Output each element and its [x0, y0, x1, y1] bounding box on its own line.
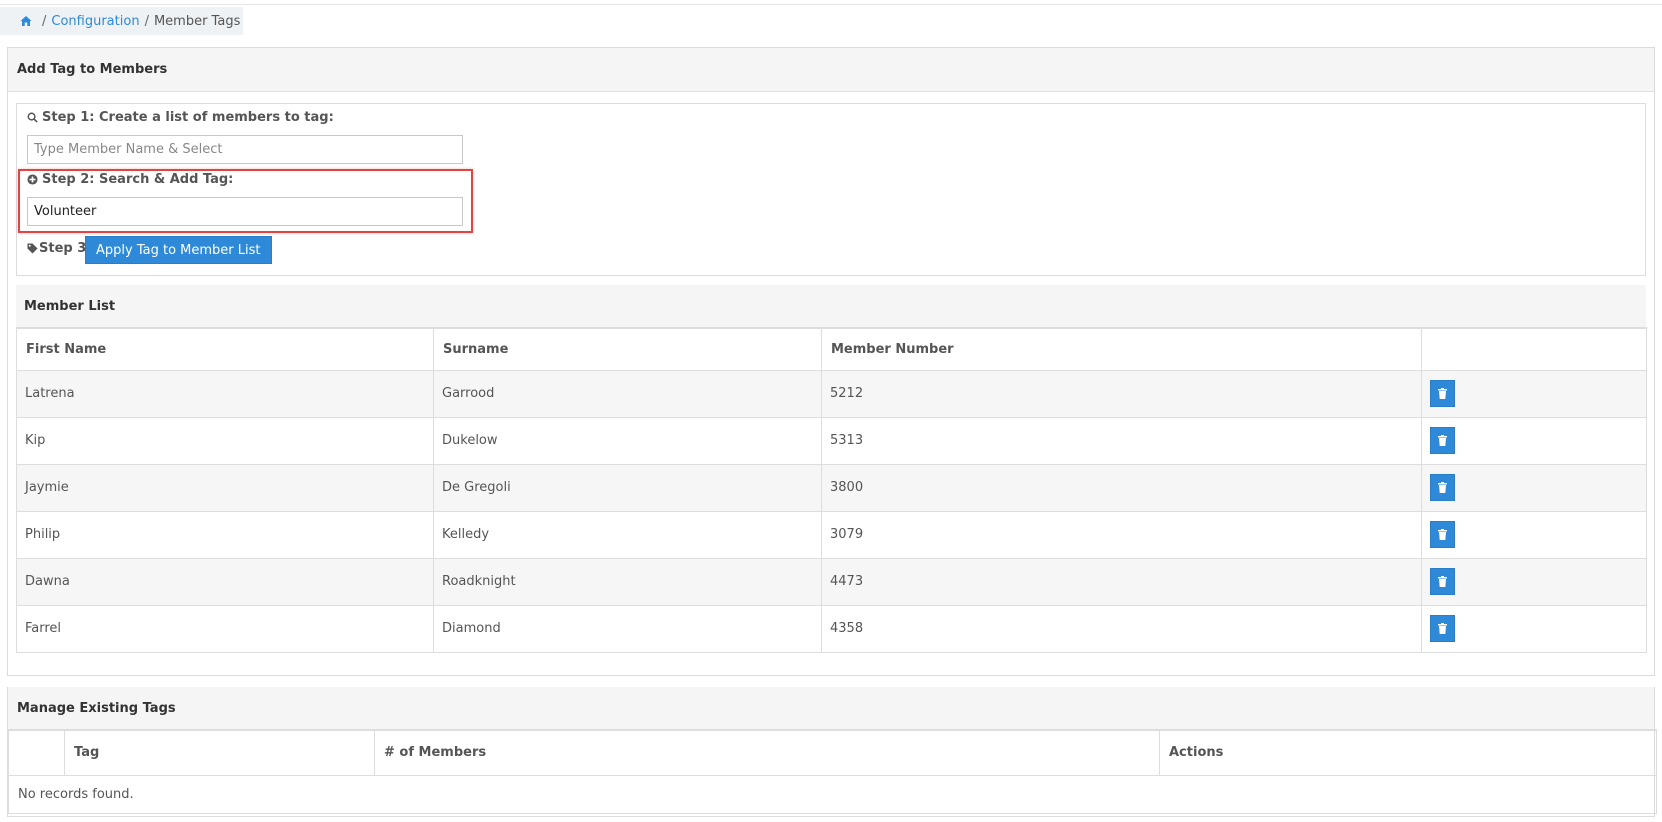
surname-cell: Diamond	[433, 604, 822, 653]
actions-cell	[1421, 369, 1647, 418]
top-divider	[0, 0, 1662, 5]
table-row: Farrel Diamond 4358	[16, 604, 1647, 653]
member-list-title: Member List	[16, 285, 1646, 327]
member-number-cell: 3800	[821, 463, 1422, 512]
table-row: Kip Dukelow 5313	[16, 416, 1647, 465]
surname-cell: Roadknight	[433, 557, 822, 606]
trash-icon	[1438, 388, 1447, 399]
tag-search-input[interactable]	[27, 197, 463, 226]
delete-button[interactable]	[1430, 380, 1455, 407]
column-header-surname[interactable]: Surname	[433, 327, 822, 371]
column-header-actions: Actions	[1159, 729, 1657, 776]
member-search-input[interactable]	[27, 135, 463, 164]
breadcrumb-current: Member Tags	[153, 13, 241, 29]
actions-cell	[1421, 510, 1647, 559]
surname-cell: Garrood	[433, 369, 822, 418]
steps-box: Step 1: Create a list of members to tag:…	[16, 103, 1646, 276]
member-number-cell: 5212	[821, 369, 1422, 418]
step1-label-text: Step 1: Create a list of members to tag:	[42, 110, 334, 125]
member-number-cell: 3079	[821, 510, 1422, 559]
surname-cell: De Gregoli	[433, 463, 822, 512]
table-row: Philip Kelledy 3079	[16, 510, 1647, 559]
table-row: Dawna Roadknight 4473	[16, 557, 1647, 606]
member-list-section: Member List First Name Surname Member Nu…	[16, 285, 1647, 653]
tags-table: Tag # of Members Actions No records foun…	[8, 729, 1657, 814]
tag-icon	[27, 243, 38, 254]
breadcrumb-separator: /	[42, 13, 47, 29]
delete-button[interactable]	[1430, 474, 1455, 501]
actions-cell	[1421, 416, 1647, 465]
column-header-select	[8, 729, 65, 776]
member-number-cell: 4358	[821, 604, 1422, 653]
surname-cell: Kelledy	[433, 510, 822, 559]
delete-button[interactable]	[1430, 568, 1455, 595]
column-header-member-count[interactable]: # of Members	[374, 729, 1160, 776]
trash-icon	[1438, 435, 1447, 446]
table-row: Latrena Garrood 5212	[16, 369, 1647, 418]
delete-button[interactable]	[1430, 615, 1455, 642]
delete-button[interactable]	[1430, 521, 1455, 548]
first-name-cell: Dawna	[16, 557, 434, 606]
table-row: Jaymie De Gregoli 3800	[16, 463, 1647, 512]
add-tag-panel: Add Tag to Members Step 1: Create a list…	[7, 47, 1655, 676]
actions-cell	[1421, 604, 1647, 653]
trash-icon	[1438, 482, 1447, 493]
step2-label-text: Step 2: Search & Add Tag:	[42, 172, 234, 187]
column-header-tag[interactable]: Tag	[64, 729, 375, 776]
member-number-cell: 4473	[821, 557, 1422, 606]
breadcrumb-separator: /	[144, 13, 149, 29]
first-name-cell: Kip	[16, 416, 434, 465]
empty-row: No records found.	[8, 774, 1657, 814]
home-icon[interactable]	[20, 15, 32, 27]
first-name-cell: Farrel	[16, 604, 434, 653]
column-header-first-name[interactable]: First Name	[16, 327, 434, 371]
trash-icon	[1438, 576, 1447, 587]
step3-label-text: Step 3:	[39, 241, 92, 256]
member-table-header-row: First Name Surname Member Number	[16, 327, 1647, 371]
member-table: First Name Surname Member Number Latrena…	[16, 327, 1647, 653]
actions-cell	[1421, 463, 1647, 512]
tags-table-header-row: Tag # of Members Actions	[8, 729, 1657, 776]
column-header-actions	[1421, 327, 1647, 371]
manage-tags-title: Manage Existing Tags	[8, 687, 1654, 729]
actions-cell	[1421, 557, 1647, 606]
plus-circle-icon	[27, 174, 38, 185]
member-number-cell: 5313	[821, 416, 1422, 465]
first-name-cell: Philip	[16, 510, 434, 559]
search-icon	[27, 112, 38, 123]
trash-icon	[1438, 623, 1447, 634]
empty-message: No records found.	[8, 774, 1657, 814]
breadcrumb: / Configuration / Member Tags	[0, 7, 243, 35]
delete-button[interactable]	[1430, 427, 1455, 454]
apply-tag-button[interactable]: Apply Tag to Member List	[85, 236, 272, 264]
column-header-member-number[interactable]: Member Number	[821, 327, 1422, 371]
add-tag-panel-title: Add Tag to Members	[8, 48, 1654, 92]
manage-tags-panel: Manage Existing Tags Tag # of Members Ac…	[7, 687, 1657, 817]
step2-label: Step 2: Search & Add Tag:	[27, 172, 233, 187]
breadcrumb-configuration-link[interactable]: Configuration	[51, 14, 139, 29]
surname-cell: Dukelow	[433, 416, 822, 465]
step3-label: Step 3:	[27, 241, 91, 256]
first-name-cell: Jaymie	[16, 463, 434, 512]
first-name-cell: Latrena	[16, 369, 434, 418]
step1-label: Step 1: Create a list of members to tag:	[27, 110, 334, 125]
trash-icon	[1438, 529, 1447, 540]
